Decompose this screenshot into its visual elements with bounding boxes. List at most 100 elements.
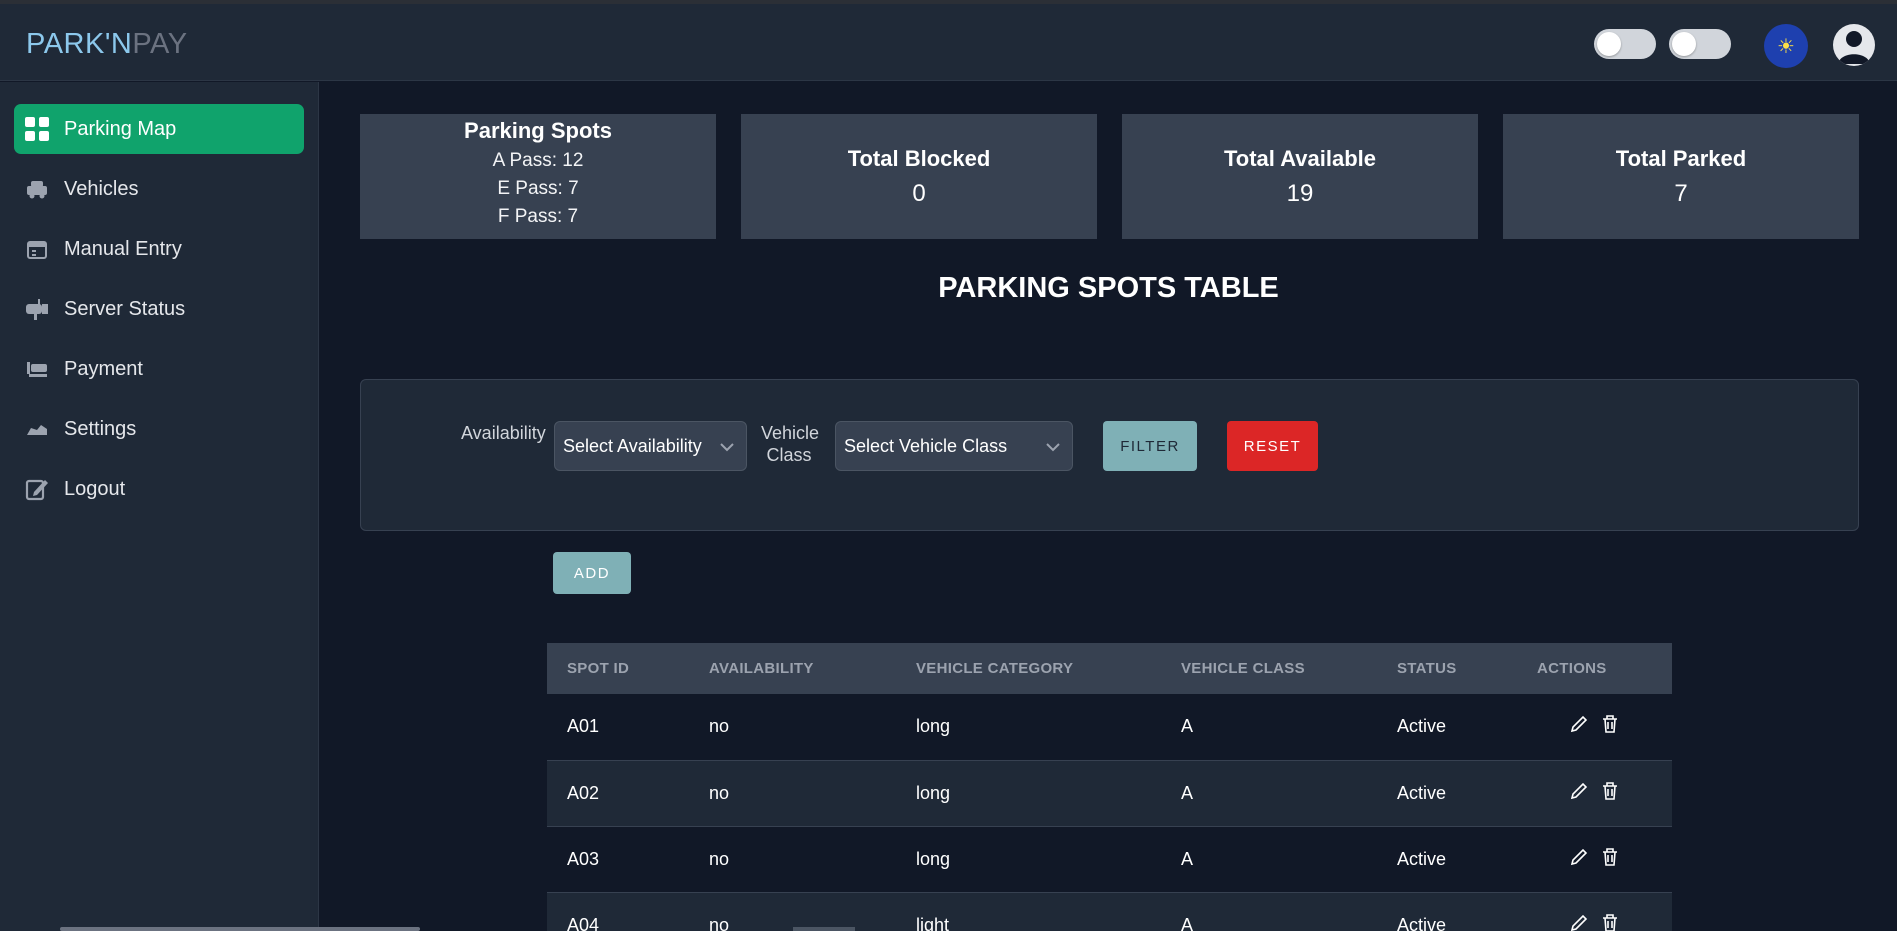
cell-vehicle-category: long xyxy=(916,848,951,869)
edit-icon[interactable] xyxy=(1569,781,1589,806)
theme-toggle-button[interactable]: ☀ xyxy=(1764,24,1808,68)
edit-icon[interactable] xyxy=(1569,847,1589,872)
cell-vehicle-category: long xyxy=(916,782,951,803)
horizontal-scrollbar-thumb-secondary[interactable] xyxy=(793,927,855,931)
card-title: Total Blocked xyxy=(847,146,991,171)
cell-vehicle-class: A xyxy=(1181,914,1194,931)
edit-icon[interactable] xyxy=(1569,714,1589,739)
total-parked-card: Total Parked 7 xyxy=(1503,114,1859,239)
parking-spots-card: Parking Spots A Pass: 12 E Pass: 7 F Pas… xyxy=(360,114,716,239)
cell-vehicle-category: long xyxy=(916,716,951,737)
pass-count-e: E Pass: 7 xyxy=(497,178,579,199)
sidebar-item-logout[interactable]: Logout xyxy=(14,464,304,514)
table-row: A01 no long A Active xyxy=(547,694,1672,760)
availability-select[interactable]: Select Availability xyxy=(554,421,747,471)
sidebar-item-label: Manual Entry xyxy=(64,237,182,260)
column-header: STATUS xyxy=(1397,660,1457,677)
brand-part-1: PARK'N xyxy=(26,28,133,60)
cell-vehicle-class: A xyxy=(1181,848,1194,869)
chevron-down-icon xyxy=(720,436,734,457)
cell-vehicle-category: light xyxy=(916,914,950,931)
add-button[interactable]: ADD xyxy=(553,552,631,594)
trash-icon[interactable] xyxy=(1601,913,1619,931)
vehicle-class-label-line-1: Vehicle xyxy=(761,423,820,443)
pass-count-a: A Pass: 12 xyxy=(492,150,584,171)
sidebar-item-manual-entry[interactable]: Manual Entry xyxy=(14,224,304,274)
calendar-icon xyxy=(24,236,50,262)
main-content: Parking Spots A Pass: 12 E Pass: 7 F Pas… xyxy=(320,82,1897,931)
cell-spot-id: A04 xyxy=(567,914,600,931)
toggle-knob xyxy=(1597,32,1621,56)
sidebar-item-label: Server Status xyxy=(64,297,186,320)
mailbox-icon xyxy=(24,296,50,322)
page-title: PARKING SPOTS TABLE xyxy=(938,272,1279,304)
user-avatar-icon[interactable] xyxy=(1833,24,1875,66)
horizontal-scrollbar-thumb[interactable] xyxy=(60,927,420,931)
trash-icon[interactable] xyxy=(1601,714,1619,739)
table-row: A03 no long A Active xyxy=(547,826,1672,892)
card-value: 0 xyxy=(912,180,926,207)
total-blocked-card: Total Blocked 0 xyxy=(741,114,1097,239)
availability-select-value: Select Availability xyxy=(563,435,702,456)
cell-vehicle-class: A xyxy=(1181,716,1194,737)
payment-icon xyxy=(24,356,50,382)
vehicle-class-label-line-2: Class xyxy=(766,445,812,465)
column-header: AVAILABILITY xyxy=(709,660,814,677)
vehicle-class-select-value: Select Vehicle Class xyxy=(844,435,1008,456)
cell-vehicle-class: A xyxy=(1181,782,1194,803)
logout-icon xyxy=(24,476,50,502)
brand-logo[interactable]: PARK'NPAY xyxy=(26,28,188,61)
sidebar-item-label: Payment xyxy=(64,357,143,380)
trash-icon[interactable] xyxy=(1601,847,1619,872)
column-header: VEHICLE CLASS xyxy=(1181,660,1305,677)
table-header-row: SPOT ID AVAILABILITY VEHICLE CATEGORY VE… xyxy=(547,643,1672,694)
availability-label: Availability xyxy=(461,423,546,443)
cell-spot-id: A02 xyxy=(567,782,600,803)
cell-availability: no xyxy=(709,848,730,869)
sidebar-item-label: Settings xyxy=(64,417,137,440)
vehicle-class-label: Vehicle Class xyxy=(761,422,820,466)
cell-spot-id: A03 xyxy=(567,848,600,869)
cell-availability: no xyxy=(709,716,730,737)
brand-part-2: PAY xyxy=(132,28,188,60)
sidebar: Parking Map Vehicles Manual Entry Server… xyxy=(0,82,319,931)
card-title: Parking Spots xyxy=(464,118,612,143)
settings-icon xyxy=(24,416,50,442)
app-header: PARK'NPAY ☀ xyxy=(0,4,1897,81)
table-row: A04 no light A Active xyxy=(547,892,1672,931)
filter-panel: Availability Select Availability Vehicle… xyxy=(360,379,1859,531)
column-header: ACTIONS xyxy=(1537,660,1607,677)
cell-availability: no xyxy=(709,782,730,803)
chevron-down-icon xyxy=(1046,436,1060,457)
cell-status: Active xyxy=(1397,914,1447,931)
cell-actions xyxy=(1517,892,1672,931)
sidebar-item-payment[interactable]: Payment xyxy=(14,344,304,394)
reset-button[interactable]: RESET xyxy=(1227,421,1318,471)
card-title: Total Parked xyxy=(1615,146,1747,171)
column-header: SPOT ID xyxy=(567,660,630,677)
table-row: A02 no long A Active xyxy=(547,760,1672,826)
cell-actions xyxy=(1517,826,1672,892)
toggle-switch-1[interactable] xyxy=(1594,29,1656,59)
cell-spot-id: A01 xyxy=(567,716,600,737)
sidebar-item-vehicles[interactable]: Vehicles xyxy=(14,164,304,214)
column-header: VEHICLE CATEGORY xyxy=(916,660,1074,677)
cell-availability: no xyxy=(709,914,730,931)
car-icon xyxy=(24,176,50,202)
sun-icon: ☀ xyxy=(1777,35,1795,58)
cell-status: Active xyxy=(1397,848,1447,869)
sidebar-item-label: Vehicles xyxy=(64,177,139,200)
total-available-card: Total Available 19 xyxy=(1122,114,1478,239)
toggle-knob xyxy=(1672,32,1696,56)
filter-button[interactable]: FILTER xyxy=(1103,421,1197,471)
sidebar-item-settings[interactable]: Settings xyxy=(14,404,304,454)
vehicle-class-select[interactable]: Select Vehicle Class xyxy=(835,421,1073,471)
sidebar-item-server-status[interactable]: Server Status xyxy=(14,284,304,334)
sidebar-item-label: Parking Map xyxy=(64,117,177,140)
toggle-switch-2[interactable] xyxy=(1669,29,1731,59)
sidebar-item-parking-map[interactable]: Parking Map xyxy=(14,104,304,154)
cell-actions xyxy=(1517,694,1672,760)
edit-icon[interactable] xyxy=(1569,913,1589,931)
parking-spots-table: SPOT ID AVAILABILITY VEHICLE CATEGORY VE… xyxy=(547,643,1672,931)
trash-icon[interactable] xyxy=(1601,781,1619,806)
